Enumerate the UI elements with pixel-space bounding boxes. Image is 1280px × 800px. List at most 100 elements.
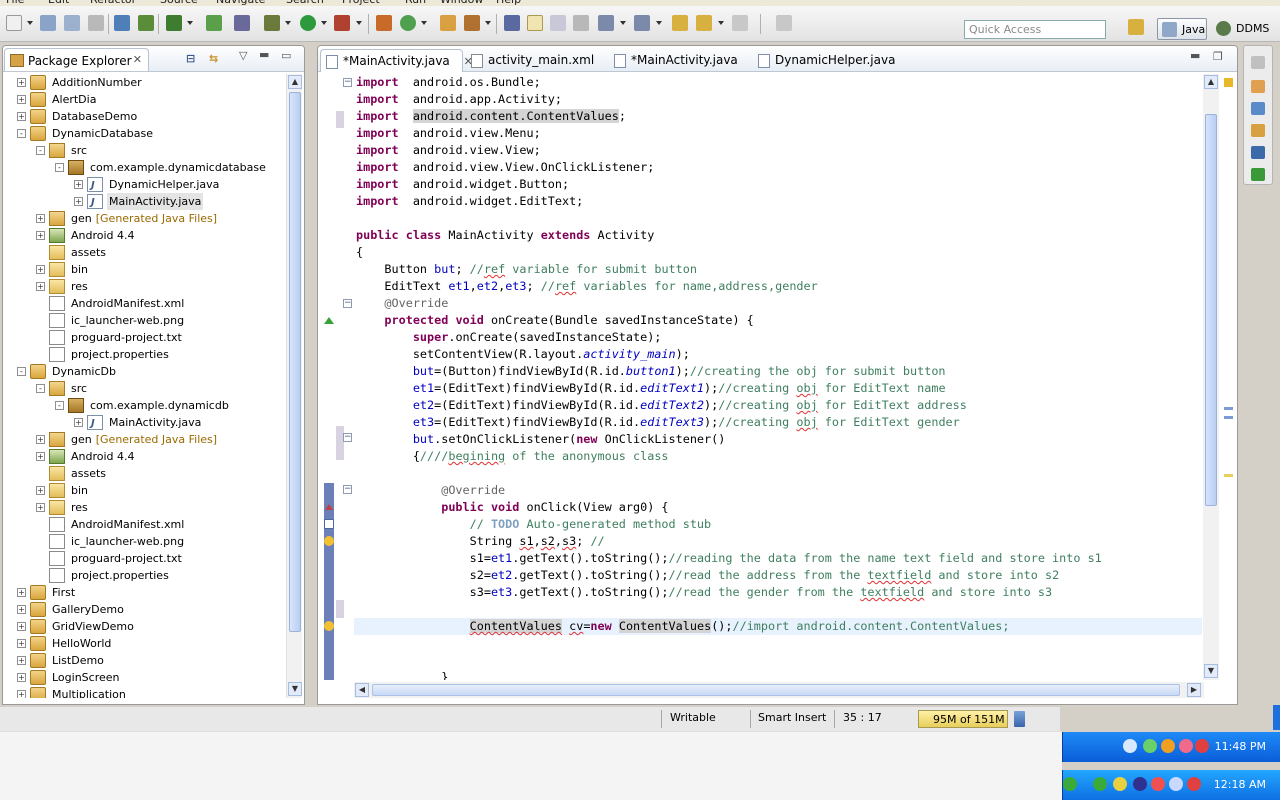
- debug-dropdown-icon[interactable]: [285, 21, 291, 25]
- block-selection-icon[interactable]: [573, 15, 589, 31]
- next-annotation-dropdown-icon[interactable]: [620, 21, 626, 25]
- expand-icon[interactable]: +: [36, 452, 45, 461]
- expand-icon[interactable]: +: [36, 265, 45, 274]
- scroll-left-icon[interactable]: ◀: [355, 683, 369, 697]
- overview-marker[interactable]: [1224, 407, 1233, 410]
- link-with-editor-icon[interactable]: ⇆: [209, 52, 218, 65]
- overview-ruler[interactable]: [1220, 74, 1237, 680]
- code-line[interactable]: // TODO Auto-generated method stub: [356, 516, 712, 533]
- expand-icon[interactable]: +: [36, 282, 45, 291]
- open-type-icon[interactable]: [440, 15, 456, 31]
- code-line[interactable]: import android.app.Activity;: [356, 91, 562, 108]
- code-line[interactable]: s3=et3.getText().toString();//read the g…: [356, 584, 1052, 601]
- lint-icon[interactable]: [166, 15, 182, 31]
- expand-icon[interactable]: +: [17, 588, 26, 597]
- new-android-project-icon[interactable]: [206, 15, 222, 31]
- sdk-manager-icon[interactable]: [114, 15, 130, 31]
- fold-collapse-icon[interactable]: −: [343, 433, 352, 442]
- last-edit-location-icon[interactable]: [672, 15, 688, 31]
- expand-icon[interactable]: +: [36, 503, 45, 512]
- code-line[interactable]: et3=(EditText)findViewById(R.id.editText…: [356, 414, 960, 431]
- code-line[interactable]: import android.view.Menu;: [356, 125, 541, 142]
- expand-icon[interactable]: +: [74, 197, 83, 206]
- back-icon[interactable]: [696, 15, 712, 31]
- code-line[interactable]: EditText et1,et2,et3; //ref variables fo…: [356, 278, 817, 295]
- pin-icon[interactable]: [234, 15, 250, 31]
- declaration-icon[interactable]: [1251, 124, 1265, 137]
- expand-icon[interactable]: +: [36, 231, 45, 240]
- code-line[interactable]: @Override: [356, 482, 505, 499]
- expand-icon[interactable]: +: [17, 639, 26, 648]
- external-tools-dropdown-icon[interactable]: [356, 21, 362, 25]
- fold-collapse-icon[interactable]: −: [343, 485, 352, 494]
- save-icon[interactable]: [40, 15, 56, 31]
- editor-vertical-scrollbar[interactable]: ▲ ▼: [1203, 74, 1219, 680]
- overview-marker[interactable]: [1224, 474, 1233, 477]
- minimize-icon[interactable]: ▬: [259, 48, 269, 61]
- run-dropdown-icon[interactable]: [321, 21, 327, 25]
- expand-icon[interactable]: +: [17, 622, 26, 631]
- code-line[interactable]: }: [356, 669, 448, 680]
- code-line[interactable]: import android.view.View.OnClickListener…: [356, 159, 654, 176]
- new-java-class-dropdown-icon[interactable]: [421, 21, 427, 25]
- warning-lightbulb-icon[interactable]: [324, 536, 334, 546]
- perspective-java-button[interactable]: Java: [1157, 18, 1207, 40]
- code-line[interactable]: et1=(EditText)findViewById(R.id.editText…: [356, 380, 946, 397]
- tab-mainactivity-active[interactable]: *MainActivity.java ✕: [320, 49, 473, 72]
- scroll-thumb[interactable]: [1205, 114, 1217, 506]
- print-icon[interactable]: [88, 15, 104, 31]
- scroll-thumb[interactable]: [372, 684, 1180, 696]
- expand-icon[interactable]: +: [36, 214, 45, 223]
- code-line[interactable]: but=(Button)findViewById(R.id.button1);/…: [356, 363, 946, 380]
- scroll-thumb[interactable]: [289, 92, 301, 632]
- tab-mainactivity-2[interactable]: *MainActivity.java: [609, 49, 738, 72]
- expand-icon[interactable]: +: [17, 605, 26, 614]
- forward-icon[interactable]: [732, 15, 748, 31]
- code-line[interactable]: import android.os.Bundle;: [356, 74, 541, 91]
- code-line[interactable]: protected void onCreate(Bundle savedInst…: [356, 312, 753, 329]
- run-icon[interactable]: [300, 15, 316, 31]
- code-line[interactable]: but.setOnClickListener(new OnClickListen…: [356, 431, 726, 448]
- scroll-up-icon[interactable]: ▲: [288, 75, 302, 89]
- code-line[interactable]: public void onClick(View arg0) {: [356, 499, 668, 516]
- override-marker-icon[interactable]: [324, 317, 334, 324]
- expand-icon[interactable]: +: [17, 673, 26, 682]
- app-tray-icon[interactable]: [1161, 739, 1175, 753]
- new-java-class-icon[interactable]: [400, 15, 416, 31]
- scroll-up-icon[interactable]: ▲: [1204, 75, 1218, 89]
- code-line[interactable]: Button but; //ref variable for submit bu…: [356, 261, 697, 278]
- code-line[interactable]: {////begining of the anonymous class: [356, 448, 669, 465]
- security-icon[interactable]: [1187, 777, 1201, 791]
- collapse-icon[interactable]: -: [55, 163, 64, 172]
- collapse-all-icon[interactable]: ⊟: [186, 52, 195, 65]
- expand-icon[interactable]: +: [36, 486, 45, 495]
- code-line[interactable]: import android.view.View;: [356, 142, 541, 159]
- expand-icon[interactable]: +: [17, 78, 26, 87]
- scroll-down-icon[interactable]: ▼: [288, 682, 302, 696]
- expand-icon[interactable]: +: [17, 690, 26, 698]
- search-dropdown-icon[interactable]: [485, 21, 491, 25]
- quick-access-input[interactable]: Quick Access: [964, 20, 1106, 39]
- expand-icon[interactable]: +: [74, 180, 83, 189]
- collapse-icon[interactable]: -: [17, 367, 26, 376]
- new-dropdown-icon[interactable]: [27, 21, 33, 25]
- view-menu-icon[interactable]: ▽: [239, 49, 247, 62]
- code-line[interactable]: setContentView(R.layout.activity_main);: [356, 346, 690, 363]
- restore-icon[interactable]: ❐: [1213, 50, 1223, 63]
- previous-annotation-dropdown-icon[interactable]: [656, 21, 662, 25]
- task-marker-icon[interactable]: [324, 519, 334, 529]
- expand-icon[interactable]: +: [17, 656, 26, 665]
- lint-dropdown-icon[interactable]: [187, 21, 193, 25]
- previous-annotation-icon[interactable]: [634, 15, 650, 31]
- perspective-ddms-button[interactable]: DDMS: [1212, 18, 1270, 40]
- app-tray-icon[interactable]: [1169, 777, 1183, 791]
- code-line[interactable]: s1=et1.getText().toString();//reading th…: [356, 550, 1102, 567]
- package-explorer-scrollbar[interactable]: ▲ ▼: [286, 74, 302, 698]
- clock[interactable]: 11:48 PM: [1215, 740, 1266, 753]
- save-all-icon[interactable]: [64, 15, 80, 31]
- collapse-icon[interactable]: -: [17, 129, 26, 138]
- code-line[interactable]: import android.widget.EditText;: [356, 193, 583, 210]
- garbage-collect-icon[interactable]: [1014, 711, 1025, 727]
- code-line[interactable]: et2=(EditText)findViewById(R.id.editText…: [356, 397, 967, 414]
- toggle-mark-occurrences-icon[interactable]: [504, 15, 520, 31]
